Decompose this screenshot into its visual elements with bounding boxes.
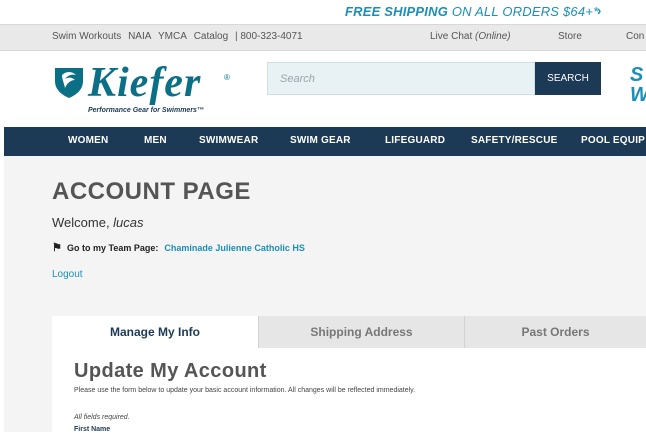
utility-link-naia[interactable]: NAIA (128, 31, 151, 42)
side-promo-text[interactable]: S W (630, 65, 646, 105)
utility-link-swim-workouts[interactable]: Swim Workouts (52, 31, 121, 42)
manage-info-panel: Update My Account Please use the form be… (52, 348, 646, 433)
update-account-description: Please use the form below to update your… (74, 387, 416, 394)
utility-link-catalog[interactable]: Catalog (194, 31, 228, 42)
update-account-title: Update My Account (74, 360, 267, 382)
nav-item-lifeguard[interactable]: LIFEGUARD (385, 135, 445, 146)
team-page-row: ⚑ Go to my Team Page: Chaminade Julienne C… (52, 241, 305, 254)
site-header: Kiefer ® Performance Gear for Swimmers™ … (0, 51, 646, 127)
flag-icon: ⚑ (52, 242, 62, 254)
nav-item-men[interactable]: MEN (144, 135, 167, 146)
search-button[interactable]: SEARCH (535, 62, 601, 95)
phone-number: | 800-323-4071 (234, 31, 303, 42)
logo-tagline: Performance Gear for Swimmers™ (88, 107, 204, 114)
free-shipping-promo[interactable]: FREE SHIPPING ON ALL ORDERS $64+* (345, 4, 598, 19)
nav-item-swim-gear[interactable]: SWIM GEAR (290, 135, 351, 146)
logout-link[interactable]: Logout (52, 269, 83, 280)
tab-shipping-address[interactable]: Shipping Address (258, 316, 464, 348)
username: lucas (113, 215, 144, 230)
nav-item-women[interactable]: WOMEN (68, 135, 108, 146)
registered-mark: ® (224, 73, 230, 82)
main-nav: WOMEN MEN SWIMWEAR SWIM GEAR LIFEGUARD S… (4, 127, 646, 156)
chevron-right-icon[interactable]: › (597, 3, 601, 18)
nav-item-pool-equip[interactable]: POOL EQUIP (581, 135, 645, 146)
promo-bar: FREE SHIPPING ON ALL ORDERS $64+* › (0, 0, 646, 24)
team-page-link[interactable]: Chaminade Julienne Catholic HS (164, 243, 305, 253)
tab-manage-my-info[interactable]: Manage My Info (52, 316, 258, 348)
account-main: ACCOUNT PAGE Welcome, lucas ⚑ Go to my Te… (4, 156, 646, 433)
utility-link-ymca[interactable]: YMCA (158, 31, 187, 42)
required-note: All fields required. (74, 414, 130, 421)
search-input[interactable] (267, 62, 535, 95)
live-chat-link[interactable]: Live Chat (Online) (430, 31, 511, 42)
store-link[interactable]: Store (558, 31, 582, 42)
kiefer-logo[interactable]: Kiefer ® Performance Gear for Swimmers™ (52, 60, 232, 117)
page-title: ACCOUNT PAGE (52, 178, 251, 205)
logo-wordmark: Kiefer (88, 60, 202, 106)
shield-logo-icon (55, 68, 83, 98)
team-page-label: Go to my Team Page: (67, 243, 159, 253)
account-tabs: Manage My Info Shipping Address Past Ord… (52, 316, 646, 348)
utility-bar: Swim Workouts NAIA YMCA Catalog | 800-32… (0, 24, 646, 51)
contact-link[interactable]: Con (626, 31, 644, 42)
live-chat-status: (Online) (475, 31, 511, 42)
nav-item-swimwear[interactable]: SWIMWEAR (199, 135, 258, 146)
tab-past-orders[interactable]: Past Orders (464, 316, 646, 348)
nav-item-safety-rescue[interactable]: SAFETY/RESCUE (471, 135, 558, 146)
utility-links: Swim Workouts NAIA YMCA Catalog | 800-32… (52, 31, 307, 42)
welcome-message: Welcome, lucas (52, 215, 144, 230)
